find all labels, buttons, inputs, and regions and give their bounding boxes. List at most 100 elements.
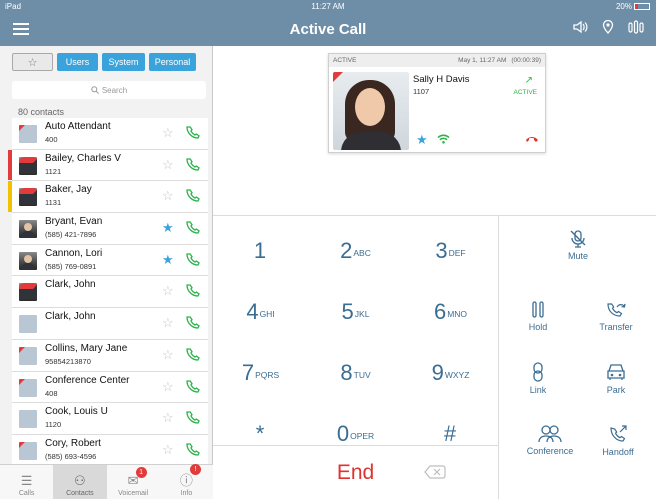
favorite-star-icon[interactable]: ★ (416, 132, 428, 148)
call-phone-icon[interactable] (184, 252, 200, 268)
contact-row[interactable]: Clark, John ☆ (12, 276, 208, 309)
call-actions: Mute Hold Transfer Link Park Conference … (498, 215, 656, 499)
speaker-icon[interactable] (572, 20, 588, 37)
call-duration: (00:00:39) (511, 57, 541, 64)
dial-key[interactable]: 7 PQRS (213, 342, 308, 403)
contact-row[interactable]: Cannon, Lori (585) 769-0891 ★ (12, 244, 208, 277)
caller-photo (333, 72, 409, 150)
call-phone-icon[interactable] (184, 442, 200, 458)
tab-voicemail[interactable]: ✉ 1 Voicemail (107, 465, 160, 499)
contact-row[interactable]: Clark, John ☆ (12, 308, 208, 340)
users-filter-button[interactable]: Users (57, 53, 98, 71)
contact-name: Auto Attendant (45, 121, 111, 132)
dial-letters: OPER (350, 430, 375, 441)
call-phone-icon[interactable] (184, 379, 200, 395)
status-time: 11:27 AM (311, 2, 345, 11)
call-phone-icon[interactable] (184, 188, 200, 204)
call-phone-icon[interactable] (184, 157, 200, 173)
hold-button[interactable]: Hold (499, 286, 577, 347)
dial-digit: 8 (340, 359, 353, 385)
contact-row[interactable]: Cook, Louis U 1120 ☆ (12, 403, 208, 435)
call-card-header: ACTIVE May 1, 11:27 AM (00:00:39) (329, 54, 545, 67)
presence-flag (8, 213, 12, 244)
call-phone-icon[interactable] (184, 410, 200, 426)
dial-digit: 6 (433, 298, 447, 324)
dial-letters: ABC (353, 247, 371, 258)
conference-button[interactable]: Conference (511, 410, 589, 471)
hang-up-icon[interactable] (525, 135, 539, 143)
call-phone-icon[interactable] (184, 125, 200, 141)
tab-calls[interactable]: ☰ Calls (0, 465, 53, 499)
handoff-button[interactable]: Handoff (579, 410, 656, 471)
status-bar: iPad 11:27 AM 20% (0, 0, 656, 13)
dial-key[interactable]: 8 TUV (308, 342, 403, 403)
active-call-card[interactable]: ACTIVE May 1, 11:27 AM (00:00:39) Sally … (328, 53, 546, 153)
favorite-star-icon[interactable]: ★ (162, 221, 174, 235)
favorite-star-icon[interactable]: ☆ (162, 442, 174, 457)
call-phone-icon[interactable] (184, 283, 200, 299)
tab-badge: ! (189, 464, 201, 475)
call-phone-icon[interactable] (184, 315, 200, 331)
favorite-star-icon[interactable]: ☆ (162, 189, 174, 203)
favorite-star-icon[interactable]: ☆ (162, 379, 174, 394)
avatar (19, 410, 37, 429)
dial-letters: WXYZ (444, 369, 470, 380)
favorite-star-icon[interactable]: ☆ (162, 284, 174, 298)
outgoing-arrow-icon: ↗ (524, 75, 533, 86)
page-title: Active Call (289, 21, 367, 38)
avatar (19, 251, 37, 270)
tab-info[interactable]: ⓘ! Info (160, 464, 213, 499)
dial-digit: 1 (253, 237, 267, 263)
signal-bars-icon[interactable] (628, 20, 644, 37)
contact-row[interactable]: Baker, Jay 1131 ☆ (8, 181, 208, 214)
contact-row[interactable]: Bryant, Evan (585) 421-7896 ★ (12, 213, 208, 245)
end-call-button[interactable]: End (308, 446, 403, 499)
dial-key[interactable]: 5 JKL (308, 281, 403, 342)
contacts-panel: ☆ Users System Personal Search 80 contac… (0, 46, 213, 499)
dial-key[interactable]: 1 (213, 220, 308, 281)
dial-key[interactable]: 4 GHI (213, 281, 308, 342)
tab-contacts[interactable]: ⚇ Contacts (53, 465, 107, 499)
location-icon[interactable] (602, 19, 614, 37)
dial-digit: 9 (431, 359, 444, 385)
favorite-star-icon[interactable]: ☆ (162, 411, 174, 425)
call-status: ACTIVE (513, 89, 537, 96)
contact-row[interactable]: Collins, Mary Jane 95854213870 ☆ (12, 339, 208, 372)
contact-row[interactable]: Conference Center 408 ☆ (12, 371, 208, 404)
favorite-star-icon[interactable]: ☆ (162, 347, 174, 362)
dial-key[interactable]: 3 DEF (403, 220, 498, 281)
mute-button[interactable]: Mute (539, 215, 617, 276)
contact-name: Collins, Mary Jane (45, 342, 128, 354)
transfer-button[interactable]: Transfer (577, 286, 655, 347)
favorite-star-icon[interactable]: ☆ (162, 157, 174, 172)
contact-row[interactable]: Bailey, Charles V 1121 ☆ (8, 149, 208, 182)
dial-key[interactable]: 6 MNO (403, 281, 498, 342)
personal-filter-button[interactable]: Personal (149, 53, 196, 71)
contact-name: Clark, John (45, 311, 96, 323)
link-button[interactable]: Link (499, 348, 577, 409)
dial-digit: 7 (241, 359, 255, 385)
favorite-star-icon[interactable]: ★ (162, 252, 174, 267)
dial-digit: 4 (246, 298, 259, 324)
list-icon: ☰ (20, 473, 33, 488)
favorite-star-icon[interactable]: ☆ (162, 126, 174, 140)
search-input[interactable]: Search (12, 81, 206, 99)
presence-flag (8, 245, 12, 276)
system-filter-button[interactable]: System (102, 53, 145, 71)
park-label: Park (606, 385, 626, 395)
call-phone-icon[interactable] (184, 220, 200, 236)
wifi-icon (437, 134, 450, 144)
favorites-filter-button[interactable]: ☆ (12, 53, 53, 71)
backspace-icon[interactable] (423, 464, 447, 480)
contact-name: Cory, Robert (45, 437, 101, 449)
contact-row[interactable]: Auto Attendant 400 ☆ (12, 118, 208, 150)
dial-key[interactable]: 9 WXYZ (403, 342, 498, 403)
call-phone-icon[interactable] (184, 347, 200, 363)
park-button[interactable]: Park (577, 348, 655, 409)
avatar (19, 283, 37, 302)
contact-number: (585) 769-0891 (45, 261, 97, 271)
contact-row[interactable]: Cory, Robert (585) 693-4596 ☆ (12, 434, 208, 467)
dial-key[interactable]: 2 ABC (308, 220, 403, 281)
favorite-star-icon[interactable]: ☆ (162, 316, 174, 330)
contact-name: Cook, Louis U (45, 406, 108, 418)
